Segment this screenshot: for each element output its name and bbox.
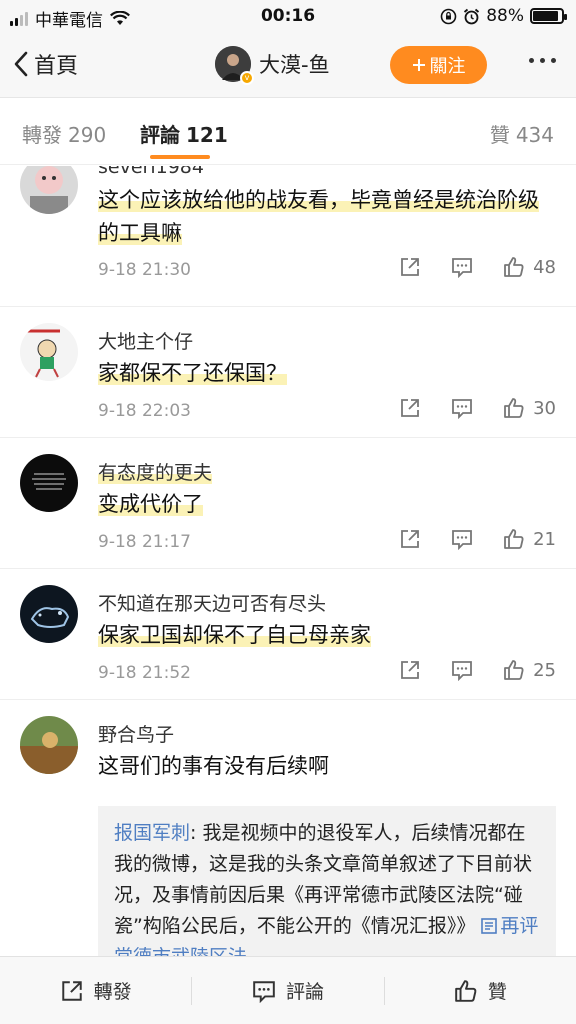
like-post-button[interactable]: 贊 xyxy=(385,971,576,1011)
back-chevron-icon xyxy=(14,51,28,77)
comment-item[interactable]: 大地主个仔 家都保不了还保国？ 9-18 22:03 30 xyxy=(0,307,576,438)
like-count: 21 xyxy=(533,528,556,550)
repost-label: 轉發 xyxy=(93,981,132,1003)
comment-icon[interactable] xyxy=(451,528,473,550)
share-icon[interactable] xyxy=(399,528,421,550)
like-count: 25 xyxy=(533,659,556,681)
tab-like-label: 贊 xyxy=(489,123,510,147)
post-author[interactable]: v 大漠-鱼 xyxy=(215,46,330,85)
lock-rotation-icon xyxy=(440,8,457,24)
comment-text: 保家卫国却保不了自己母亲家 xyxy=(98,623,371,647)
like-count: 30 xyxy=(533,397,556,419)
share-icon[interactable] xyxy=(399,659,421,681)
follow-button[interactable]: 關注 xyxy=(390,46,487,84)
tab-like-count: 434 xyxy=(515,123,554,147)
comment-item[interactable]: 有态度的更夫 变成代价了 9-18 21:17 21 xyxy=(0,438,576,569)
comment-text: 这个应该放给他的战友看，毕竟曾经是统治阶级的工具嘛 xyxy=(98,188,539,245)
comment-time: 9-18 21:17 xyxy=(98,532,191,552)
comment-text: 这哥们的事有没有后续啊 xyxy=(98,754,329,778)
commenter-name[interactable]: 不知道在那天边可否有尽头 xyxy=(98,589,326,616)
like-label: 贊 xyxy=(487,981,507,1003)
battery-icon xyxy=(530,8,567,24)
tab-like[interactable]: 贊 434 xyxy=(490,119,554,148)
comment-button[interactable]: 評論 xyxy=(192,971,383,1011)
share-icon[interactable] xyxy=(399,256,421,278)
like-button[interactable]: 21 xyxy=(503,528,556,550)
commenter-name[interactable]: severl1984 xyxy=(98,166,204,178)
tab-repost-count: 290 xyxy=(68,123,107,147)
plus-icon xyxy=(412,59,425,71)
follow-label: 關注 xyxy=(429,56,466,77)
commenter-avatar[interactable] xyxy=(20,323,78,381)
share-icon[interactable] xyxy=(399,397,421,419)
like-count: 48 xyxy=(533,256,556,278)
thumbs-up-icon xyxy=(504,660,524,680)
comment-icon xyxy=(253,980,275,1003)
battery-percent: 88% xyxy=(486,6,524,26)
bottom-action-bar: 轉發 評論 贊 xyxy=(0,956,576,1024)
thumbs-up-icon xyxy=(504,398,524,418)
weibo-post-comments-screen: 中華電信 00:16 88% 首頁 v 大漠-鱼 關注 轉發 290 評論 12… xyxy=(0,0,576,1024)
commenter-avatar[interactable] xyxy=(20,166,78,214)
tab-repost[interactable]: 轉發 290 xyxy=(22,119,106,148)
comment-icon[interactable] xyxy=(451,256,473,278)
like-button[interactable]: 48 xyxy=(503,256,556,278)
like-button[interactable]: 25 xyxy=(503,659,556,681)
tab-repost-label: 轉發 xyxy=(22,123,62,147)
comment-label: 評論 xyxy=(285,981,324,1003)
commenter-avatar[interactable] xyxy=(20,454,78,512)
tab-comment-count: 121 xyxy=(186,123,228,147)
status-bar: 中華電信 00:16 88% xyxy=(0,0,576,34)
battery-level xyxy=(533,11,558,21)
comment-item[interactable]: 不知道在那天边可否有尽头 保家卫国却保不了自己母亲家 9-18 21:52 25 xyxy=(0,569,576,700)
back-label: 首頁 xyxy=(34,54,79,79)
commenter-name[interactable]: 大地主个仔 xyxy=(98,327,193,354)
thumbs-up-icon xyxy=(455,979,477,1002)
back-button[interactable]: 首頁 xyxy=(14,48,78,80)
thumbs-up-icon xyxy=(504,529,524,549)
commenter-avatar[interactable] xyxy=(20,716,78,774)
author-name[interactable]: 大漠-鱼 xyxy=(259,49,330,79)
repost-button[interactable]: 轉發 xyxy=(0,971,191,1011)
comment-time: 9-18 21:30 xyxy=(98,260,191,280)
commenter-name[interactable]: 野合鸟子 xyxy=(98,720,174,747)
post-tabs: 轉發 290 評論 121 贊 434 xyxy=(0,99,576,165)
verified-badge-icon: v xyxy=(240,71,254,85)
thumbs-up-icon xyxy=(504,257,524,277)
comment-item[interactable]: severl1984 这个应该放给他的战友看，毕竟曾经是统治阶级的工具嘛 9-1… xyxy=(0,166,576,307)
tab-comment-label: 評論 xyxy=(140,123,180,147)
comment-item[interactable]: 野合鸟子 这哥们的事有没有后续啊 报国军刺: 我是视频中的退役军人，后续情况都在… xyxy=(0,700,576,956)
comment-time: 9-18 22:03 xyxy=(98,401,191,421)
comment-icon[interactable] xyxy=(451,397,473,419)
navigation-bar: 首頁 v 大漠-鱼 關注 xyxy=(0,34,576,98)
comment-text: 变成代价了 xyxy=(98,492,203,516)
comment-text: 家都保不了还保国？ xyxy=(98,361,287,385)
commenter-avatar[interactable] xyxy=(20,585,78,643)
reply-author[interactable]: 报国军刺 xyxy=(114,822,190,844)
commenter-name[interactable]: 有态度的更夫 xyxy=(98,458,213,485)
comment-time: 9-18 21:52 xyxy=(98,663,191,683)
comment-list[interactable]: severl1984 这个应该放给他的战友看，毕竟曾经是统治阶级的工具嘛 9-1… xyxy=(0,166,576,956)
comment-icon[interactable] xyxy=(451,659,473,681)
active-tab-indicator xyxy=(150,155,210,159)
reply-box[interactable]: 报国军刺: 我是视频中的退役军人，后续情况都在我的微博，这是我的头条文章简单叙述… xyxy=(98,806,556,956)
tab-comment[interactable]: 評論 121 xyxy=(140,119,228,148)
article-link-icon xyxy=(481,918,498,934)
alarm-icon xyxy=(464,8,480,24)
like-button[interactable]: 30 xyxy=(503,397,556,419)
share-icon xyxy=(61,980,82,1001)
more-dots-icon[interactable] xyxy=(529,58,556,63)
author-avatar[interactable]: v xyxy=(215,46,254,85)
